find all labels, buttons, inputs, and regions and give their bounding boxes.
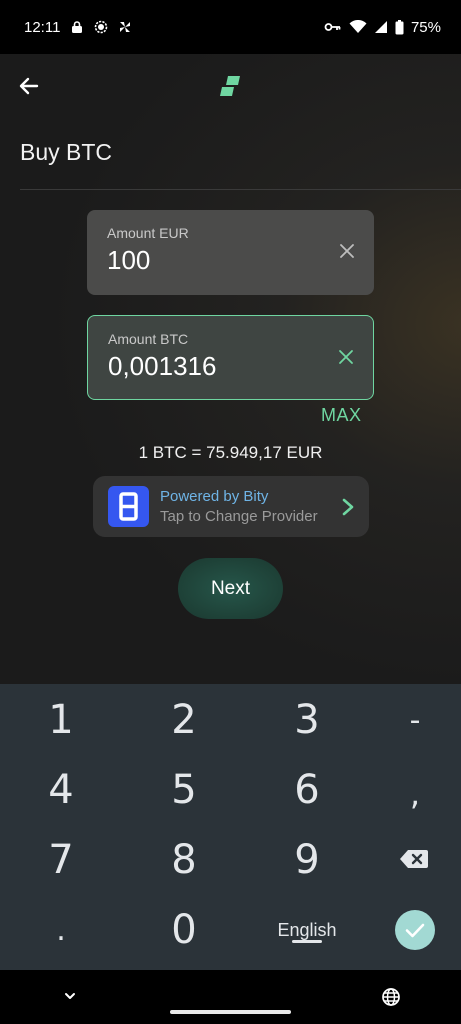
numeric-keyboard: 1 2 3 - 4 5 6 , 7 8 9 . 0 English — [0, 684, 461, 970]
key-minus[interactable]: - — [385, 698, 445, 742]
enter-button[interactable] — [395, 910, 435, 950]
key-1[interactable]: 1 — [31, 697, 91, 743]
battery-percent: 75% — [410, 18, 441, 36]
battery-icon — [395, 19, 404, 34]
key-0[interactable]: 0 — [154, 907, 214, 953]
amount-btc-value[interactable]: 0,001316 — [108, 351, 353, 382]
key-comma[interactable]: , — [385, 772, 445, 816]
exchange-rate: 1 BTC = 75.949,17 EUR — [138, 443, 323, 462]
page-title: Buy BTC — [20, 139, 113, 165]
status-bar: 12:11 75% — [0, 0, 461, 54]
chevron-down-icon[interactable] — [62, 990, 78, 1002]
status-time: 12:11 — [24, 18, 61, 36]
status-left: 12:11 — [24, 19, 132, 36]
key-8[interactable]: 8 — [154, 837, 214, 883]
key-6[interactable]: 6 — [277, 767, 337, 813]
header-divider — [20, 189, 461, 190]
language-underline — [292, 940, 322, 943]
exchange-logo-icon — [220, 76, 240, 96]
signal-app-icon — [95, 20, 108, 34]
chevron-right-icon — [342, 498, 354, 516]
amount-eur-field[interactable]: Amount EUR 100 — [87, 210, 374, 295]
key-5[interactable]: 5 — [154, 767, 214, 813]
lock-icon — [72, 21, 83, 33]
globe-icon[interactable] — [381, 987, 401, 1007]
amount-eur-value[interactable]: 100 — [107, 245, 354, 276]
bity-b-glyph — [119, 492, 138, 521]
amount-btc-label: Amount BTC — [108, 331, 189, 347]
clear-eur-icon[interactable] — [338, 242, 356, 260]
clear-btc-icon[interactable] — [337, 348, 355, 366]
home-handle[interactable] — [170, 1010, 291, 1014]
amount-btc-field[interactable]: Amount BTC 0,001316 — [87, 315, 374, 400]
amount-eur-label: Amount EUR — [107, 225, 189, 241]
next-button[interactable]: Next — [178, 558, 283, 619]
key-icon — [324, 23, 341, 31]
buy-screen: Buy BTC Amount EUR 100 Amount BTC 0,0013… — [0, 54, 461, 684]
pinwheel-icon — [120, 22, 131, 32]
navigation-bar — [0, 970, 461, 1024]
bity-logo-icon — [108, 486, 149, 527]
key-4[interactable]: 4 — [31, 767, 91, 813]
back-arrow-icon[interactable] — [17, 74, 41, 98]
cell-signal-icon — [374, 21, 387, 33]
key-9[interactable]: 9 — [277, 837, 337, 883]
provider-hint: Tap to Change Provider — [160, 508, 318, 525]
wifi-icon — [349, 20, 367, 33]
backspace-icon[interactable] — [399, 848, 429, 870]
max-button[interactable]: MAX — [321, 405, 362, 426]
key-3[interactable]: 3 — [277, 697, 337, 743]
key-2[interactable]: 2 — [154, 697, 214, 743]
provider-name: Powered by Bity — [160, 488, 269, 505]
provider-card[interactable]: Powered by Bity Tap to Change Provider — [93, 476, 369, 537]
key-period[interactable]: . — [31, 908, 91, 952]
check-icon — [405, 923, 425, 938]
language-key[interactable]: English — [262, 918, 352, 942]
key-7[interactable]: 7 — [31, 837, 91, 883]
status-right: 75% — [324, 19, 441, 36]
